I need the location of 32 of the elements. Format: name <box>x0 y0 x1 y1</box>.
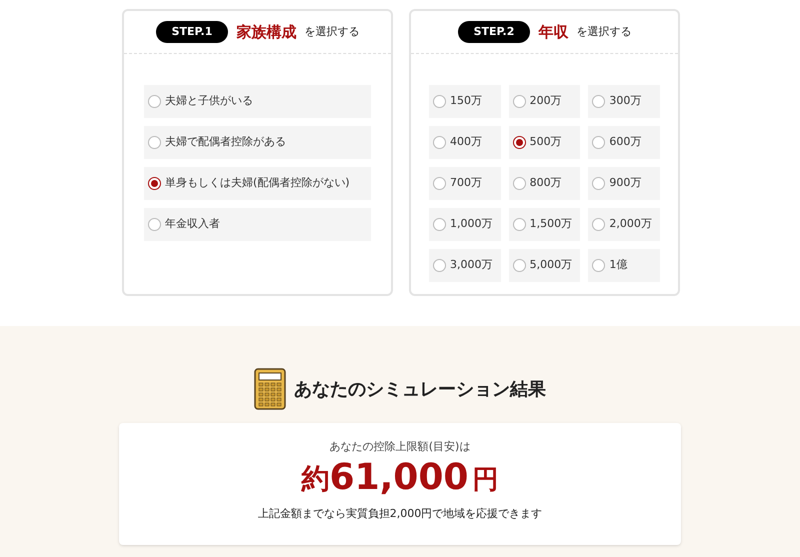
radio-option[interactable]: 1,000万 <box>429 208 501 241</box>
radio-option[interactable]: 3,000万 <box>429 249 501 282</box>
step-title: 年収 <box>538 22 568 43</box>
radio-option[interactable]: 夫婦と子供がいる <box>144 85 371 118</box>
radio-option[interactable]: 900万 <box>588 167 660 200</box>
amount-value: 61,000 <box>330 456 468 500</box>
radio-option[interactable]: 単身もしくは夫婦(配偶者控除がない) <box>144 167 371 200</box>
radio-option[interactable]: 2,000万 <box>588 208 660 241</box>
radio-option[interactable]: 150万 <box>429 85 501 118</box>
step-badge: STEP.1 <box>156 21 228 43</box>
radio-option[interactable]: 300万 <box>588 85 660 118</box>
radio-option[interactable]: 600万 <box>588 126 660 159</box>
calculator-icon <box>254 368 286 410</box>
step-title: 家族構成 <box>236 22 296 43</box>
result-note: 上記金額までなら実質負担2,000円で地域を応援できます <box>258 506 542 522</box>
result-caption: あなたの控除上限額(目安)は <box>330 439 470 455</box>
radio-option[interactable]: 200万 <box>508 85 580 118</box>
radio-option[interactable]: 800万 <box>508 167 580 200</box>
radio-option[interactable]: 5,000万 <box>508 249 580 282</box>
radio-option[interactable]: 年金収入者 <box>144 208 371 241</box>
step-suffix: を選択する <box>576 24 632 40</box>
radio-option[interactable]: 500万 <box>508 126 580 159</box>
step-badge: STEP.2 <box>458 21 530 43</box>
radio-option[interactable]: 1億 <box>588 249 660 282</box>
radio-option[interactable]: 1,500万 <box>508 208 580 241</box>
radio-option[interactable]: 400万 <box>429 126 501 159</box>
amount-prefix: 約 <box>302 460 330 496</box>
step-suffix: を選択する <box>304 24 360 40</box>
radio-option[interactable]: 700万 <box>429 167 501 200</box>
radio-option[interactable]: 夫婦で配偶者控除がある <box>144 126 371 159</box>
result-heading: あなたのシミュレーション結果 <box>294 378 546 402</box>
amount-unit: 円 <box>472 464 498 496</box>
